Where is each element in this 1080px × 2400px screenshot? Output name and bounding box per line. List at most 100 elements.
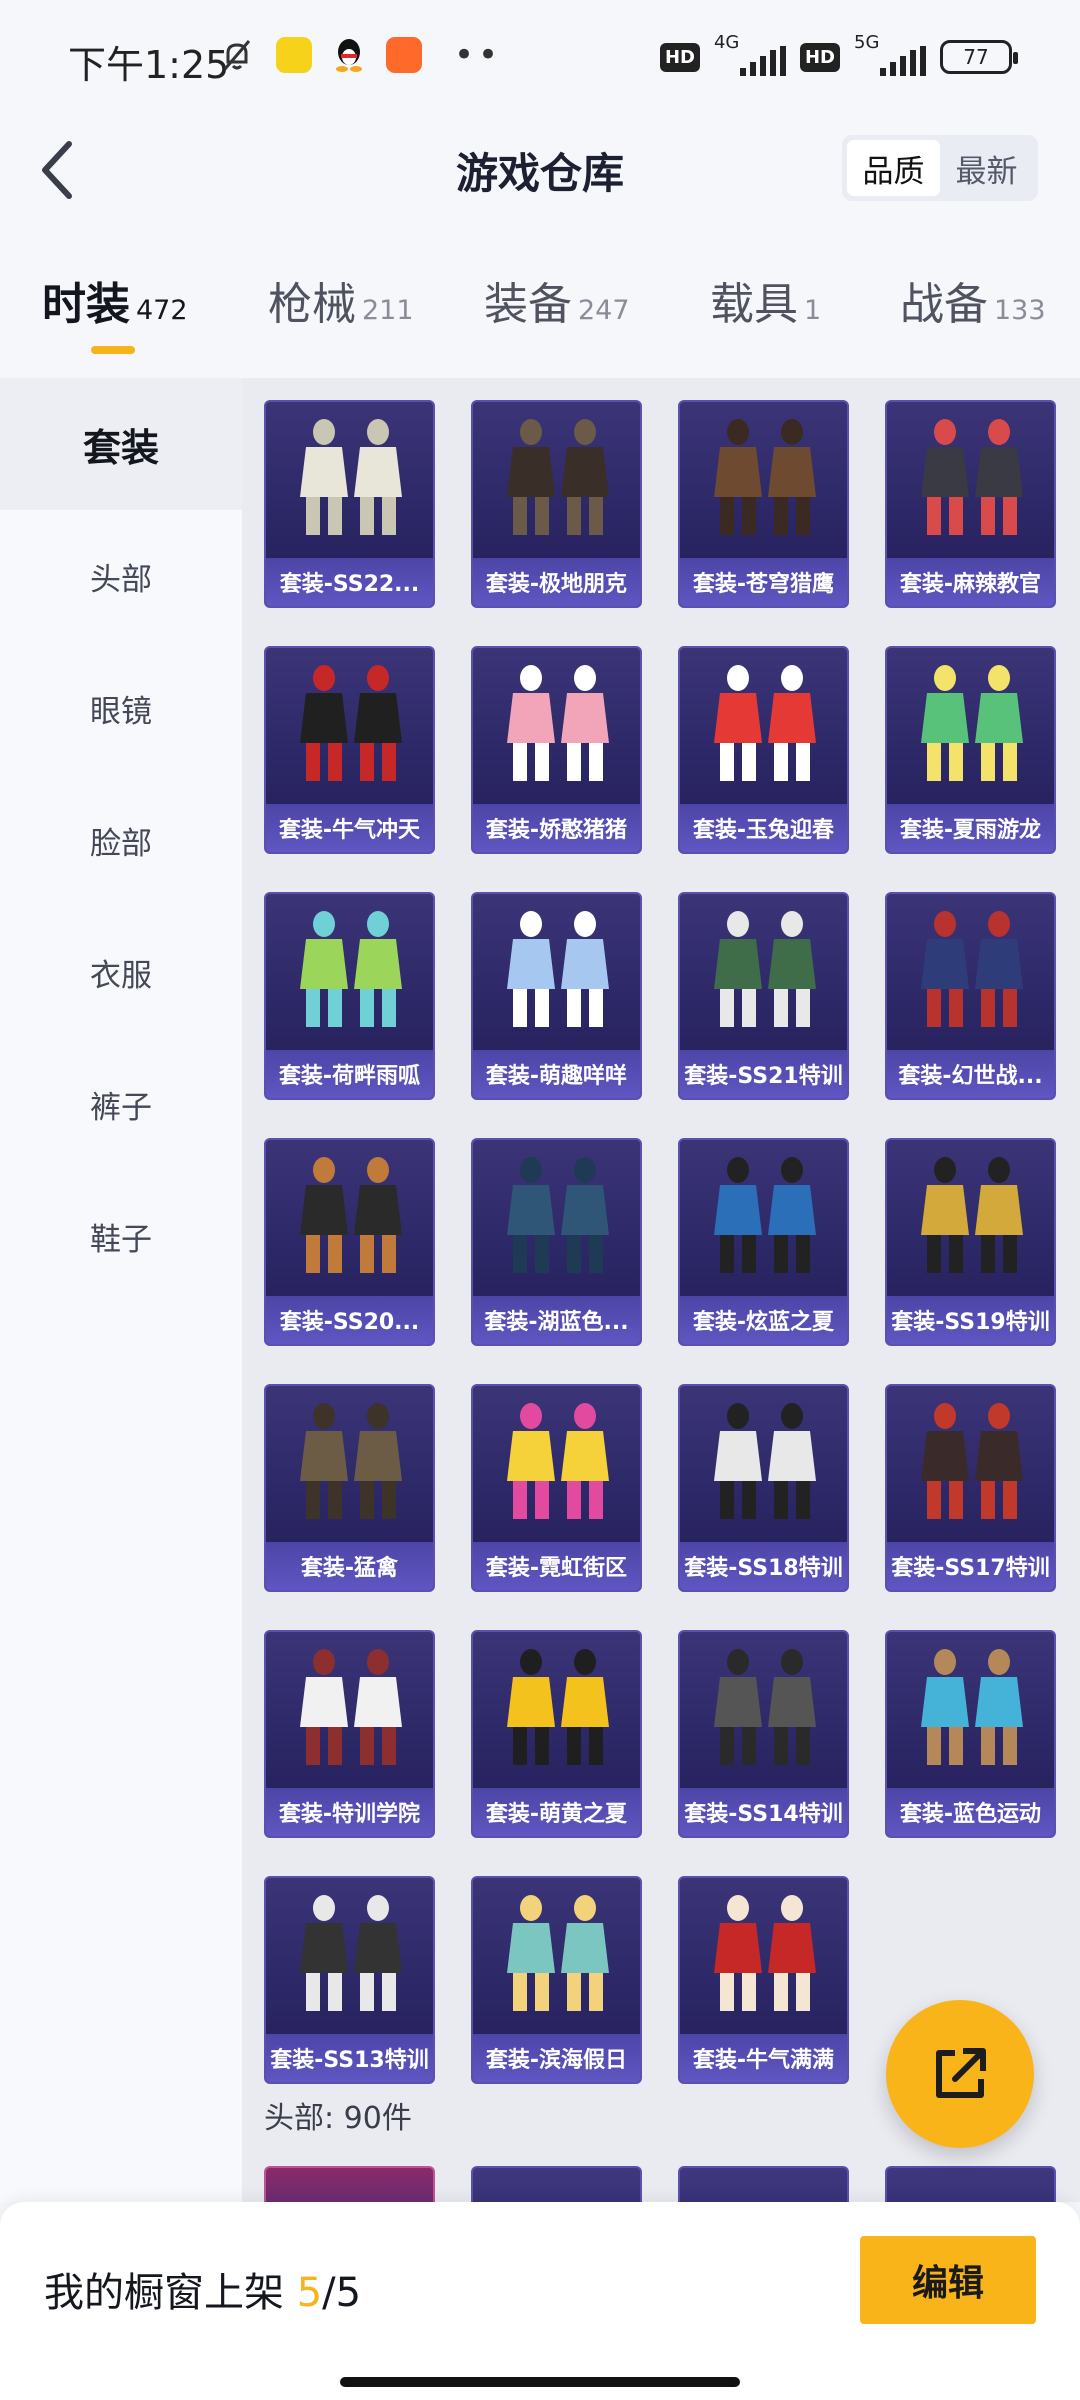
item-grid-panel: 套装-SS22... 套装-极地朋克 套装-苍穹猎鹰 套装-麻辣教官 套装-牛气冲天 套装…: [242, 378, 1080, 2202]
item-card[interactable]: 套装-SS14特训: [678, 1630, 849, 1838]
item-card-label: 套装-萌趣咩咩: [473, 1050, 640, 1098]
sidebar-item-shoes[interactable]: 鞋子: [0, 1170, 242, 1302]
item-card[interactable]: 套装-SS17特训: [885, 1384, 1056, 1592]
item-card[interactable]: [264, 2166, 435, 2202]
item-card[interactable]: 套装-娇憨猪猪: [471, 646, 642, 854]
item-card[interactable]: 套装-牛气满满: [678, 1876, 849, 2084]
app-yellow-icon: [276, 37, 312, 73]
item-card[interactable]: 套装-萌趣咩咩: [471, 892, 642, 1100]
outfit-preview-icon: [507, 1649, 609, 1765]
item-card[interactable]: 套装-极地朋克: [471, 400, 642, 608]
showcase-current-count: 5: [296, 2270, 323, 2316]
item-card[interactable]: 套装-萌黄之夏: [471, 1630, 642, 1838]
battery-level: 77: [963, 45, 989, 69]
outfit-preview-icon: [921, 1649, 1023, 1765]
tab-label: 时装: [42, 279, 130, 330]
outfit-preview-icon: [921, 419, 1023, 535]
hd-badge: HD: [659, 42, 700, 72]
item-card[interactable]: 套装-SS21特训: [678, 892, 849, 1100]
item-card[interactable]: 套装-SS18特训: [678, 1384, 849, 1592]
item-card-label: 套装-SS19特训: [887, 1296, 1054, 1344]
outfit-preview-icon: [714, 1649, 816, 1765]
notification-icons: ••: [218, 36, 502, 74]
sub-category-sidebar: 套装 头部 眼镜 脸部 衣服 裤子 鞋子: [0, 378, 242, 2202]
head-item-grid-partial: [264, 2166, 1056, 2202]
item-card-label: 套装-荷畔雨呱: [266, 1050, 433, 1098]
edit-button[interactable]: 编辑: [860, 2236, 1036, 2324]
item-card-label: 套装-SS22...: [266, 558, 433, 606]
item-card-label: 套装-夏雨游龙: [887, 804, 1054, 852]
sidebar-item-clothes[interactable]: 衣服: [0, 906, 242, 1038]
tab-count: 247: [578, 295, 630, 326]
item-card[interactable]: 套装-SS13特训: [264, 1876, 435, 2084]
home-indicator[interactable]: [340, 2377, 740, 2387]
sidebar-item-suit[interactable]: 套装: [0, 378, 242, 510]
item-card[interactable]: 套装-霓虹街区: [471, 1384, 642, 1592]
outfit-preview-icon: [300, 1157, 402, 1273]
item-card[interactable]: 套装-苍穹猎鹰: [678, 400, 849, 608]
item-card[interactable]: 套装-夏雨游龙: [885, 646, 1056, 854]
item-card[interactable]: 套装-麻辣教官: [885, 400, 1056, 608]
item-card[interactable]: 套装-玉兔迎春: [678, 646, 849, 854]
outfit-preview-icon: [507, 665, 609, 781]
item-card-label: 套装-牛气冲天: [266, 804, 433, 852]
item-card-label: 套装-SS18特训: [680, 1542, 847, 1590]
item-card-label: 套装-霓虹街区: [473, 1542, 640, 1590]
share-icon: [936, 2048, 986, 2098]
tab-battle-gear[interactable]: 战备 133: [900, 268, 1046, 332]
item-card-label: 套装-蓝色运动: [887, 1788, 1054, 1836]
item-card[interactable]: 套装-特训学院: [264, 1630, 435, 1838]
qq-penguin-icon: [336, 39, 362, 72]
item-card[interactable]: 套装-猛禽: [264, 1384, 435, 1592]
item-card-label: 套装-SS14特训: [680, 1788, 847, 1836]
sidebar-item-glasses[interactable]: 眼镜: [0, 642, 242, 774]
item-card[interactable]: [885, 2166, 1056, 2202]
share-button[interactable]: [886, 2000, 1034, 2148]
item-card[interactable]: 套装-湖蓝色...: [471, 1138, 642, 1346]
item-card[interactable]: 套装-SS20...: [264, 1138, 435, 1346]
showcase-total-count: /5: [322, 2270, 362, 2316]
item-card-label: 套装-炫蓝之夏: [680, 1296, 847, 1344]
item-card[interactable]: [678, 2166, 849, 2202]
outfit-preview-icon: [921, 665, 1023, 781]
sort-toggle: 品质 最新: [842, 135, 1038, 201]
tab-count: 211: [362, 295, 414, 326]
tab-firearms[interactable]: 枪械 211: [268, 268, 414, 332]
item-card[interactable]: 套装-荷畔雨呱: [264, 892, 435, 1100]
outfit-preview-icon: [507, 911, 609, 1027]
item-card-label: 套装-幻世战...: [887, 1050, 1054, 1098]
sort-by-quality-button[interactable]: 品质: [847, 140, 940, 196]
item-card-label: 套装-滨海假日: [473, 2034, 640, 2082]
outfit-preview-icon: [714, 1157, 816, 1273]
item-card-label: 套装-湖蓝色...: [473, 1296, 640, 1344]
tab-vehicles[interactable]: 载具 1: [710, 268, 821, 332]
item-card[interactable]: 套装-滨海假日: [471, 1876, 642, 2084]
item-card[interactable]: 套装-炫蓝之夏: [678, 1138, 849, 1346]
sidebar-item-face[interactable]: 脸部: [0, 774, 242, 906]
item-card[interactable]: 套装-幻世战...: [885, 892, 1056, 1100]
tab-label: 装备: [484, 279, 572, 330]
mute-bell-icon: [223, 40, 251, 70]
item-card[interactable]: 套装-蓝色运动: [885, 1630, 1056, 1838]
outfit-preview-icon: [714, 1403, 816, 1519]
item-card[interactable]: 套装-牛气冲天: [264, 646, 435, 854]
tab-count: 133: [994, 295, 1046, 326]
suit-item-grid: 套装-SS22... 套装-极地朋克 套装-苍穹猎鹰 套装-麻辣教官 套装-牛气冲天 套装…: [264, 400, 1056, 2084]
outfit-preview-icon: [300, 1403, 402, 1519]
tab-label: 战备: [900, 279, 988, 330]
tab-fashion[interactable]: 时装 472: [42, 268, 188, 332]
tab-count: 472: [136, 295, 188, 326]
tab-count: 1: [804, 295, 822, 326]
tab-equipment[interactable]: 装备 247: [484, 268, 630, 332]
sidebar-item-head[interactable]: 头部: [0, 510, 242, 642]
sort-by-newest-button[interactable]: 最新: [940, 140, 1033, 196]
item-card[interactable]: 套装-SS22...: [264, 400, 435, 608]
item-card-label: 套装-玉兔迎春: [680, 804, 847, 852]
signal-icon: 4G: [714, 32, 786, 76]
network-label: 4G: [713, 32, 740, 53]
item-card[interactable]: [471, 2166, 642, 2202]
outfit-preview-icon: [300, 1649, 402, 1765]
item-card[interactable]: 套装-SS19特训: [885, 1138, 1056, 1346]
outfit-preview-icon: [714, 665, 816, 781]
sidebar-item-pants[interactable]: 裤子: [0, 1038, 242, 1170]
